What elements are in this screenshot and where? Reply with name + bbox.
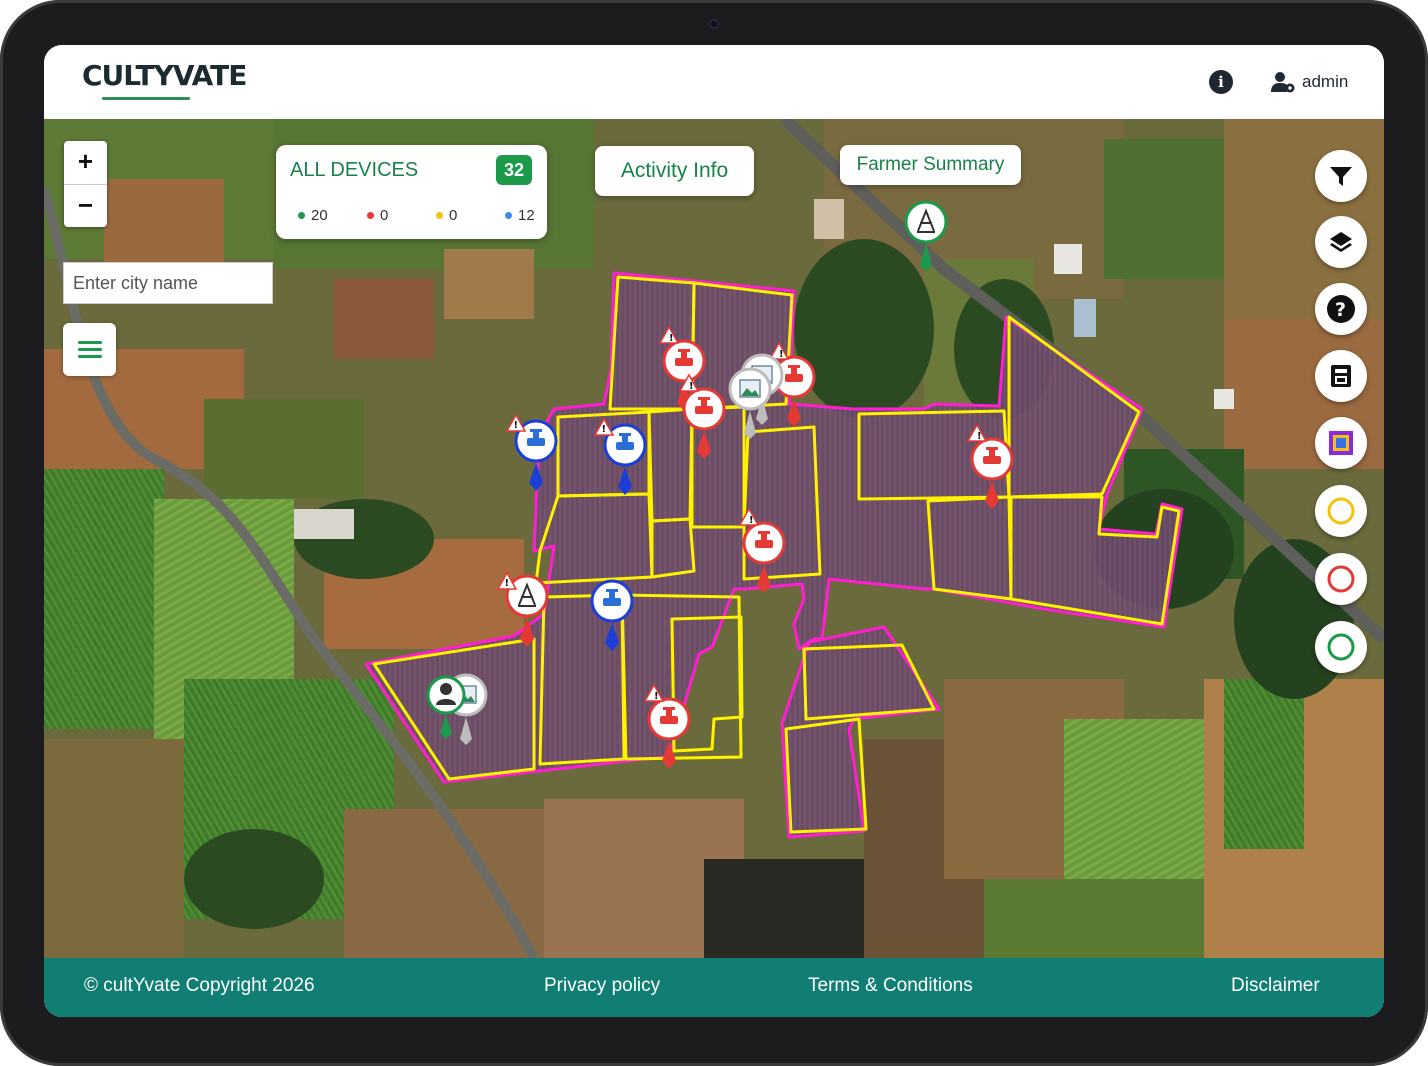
all-devices-title: ALL DEVICES [290, 159, 419, 181]
layers-icon[interactable] [1315, 216, 1367, 268]
app-header: CULTYVATE i admin [44, 45, 1384, 119]
zoom-in-button[interactable]: + [64, 141, 107, 184]
cultyvate-logo[interactable]: CULTYVATE [82, 59, 247, 92]
menu-line [78, 348, 102, 351]
copyright-text: © cultYvate Copyright 2026 [84, 975, 315, 996]
app-screen: CULTYVATE i admin + − Enter city name AL… [44, 45, 1384, 1017]
device-status-stats: 20 0 0 12 [298, 207, 574, 224]
draw-polygon-icon[interactable] [1315, 417, 1367, 469]
menu-line [78, 355, 102, 358]
stat-error[interactable]: 0 [367, 207, 436, 224]
device-count-badge: 32 [496, 155, 532, 185]
svg-text:?: ? [1335, 299, 1346, 321]
farmer-summary-button[interactable]: Farmer Summary [840, 145, 1021, 185]
hamburger-menu-button[interactable] [63, 323, 116, 376]
zoom-control: + − [64, 141, 107, 227]
satellite-map[interactable]: ! ! [44, 119, 1384, 958]
help-icon[interactable]: ? [1315, 283, 1367, 335]
front-camera [709, 19, 719, 29]
user-name: admin [1302, 72, 1349, 91]
logo-underline [102, 97, 190, 100]
activity-info-button[interactable]: Activity Info [595, 146, 754, 196]
yellow-circle-icon[interactable] [1315, 485, 1367, 537]
device-markers: ! ! [426, 200, 1014, 771]
filter-icon[interactable] [1315, 150, 1367, 202]
info-icon[interactable]: i [1209, 70, 1233, 94]
city-search-input[interactable] [63, 262, 273, 304]
green-circle-icon[interactable] [1315, 621, 1367, 673]
menu-line [78, 341, 102, 344]
terms-link[interactable]: Terms & Conditions [808, 975, 973, 997]
privacy-policy-link[interactable]: Privacy policy [544, 975, 660, 997]
user-settings-icon [1271, 72, 1295, 93]
stat-active[interactable]: 20 [298, 207, 367, 224]
disclaimer-link[interactable]: Disclaimer [1231, 975, 1320, 997]
stat-offline[interactable]: 12 [505, 207, 574, 224]
stat-warning[interactable]: 0 [436, 207, 505, 224]
user-menu[interactable]: admin [1270, 69, 1348, 95]
app-footer: © cultYvate Copyright 2026 Privacy polic… [44, 958, 1384, 1017]
red-circle-icon[interactable] [1315, 553, 1367, 605]
zoom-out-button[interactable]: − [64, 184, 107, 228]
report-icon[interactable] [1315, 350, 1367, 402]
all-devices-card[interactable]: ALL DEVICES 32 20 0 0 12 [276, 145, 547, 239]
